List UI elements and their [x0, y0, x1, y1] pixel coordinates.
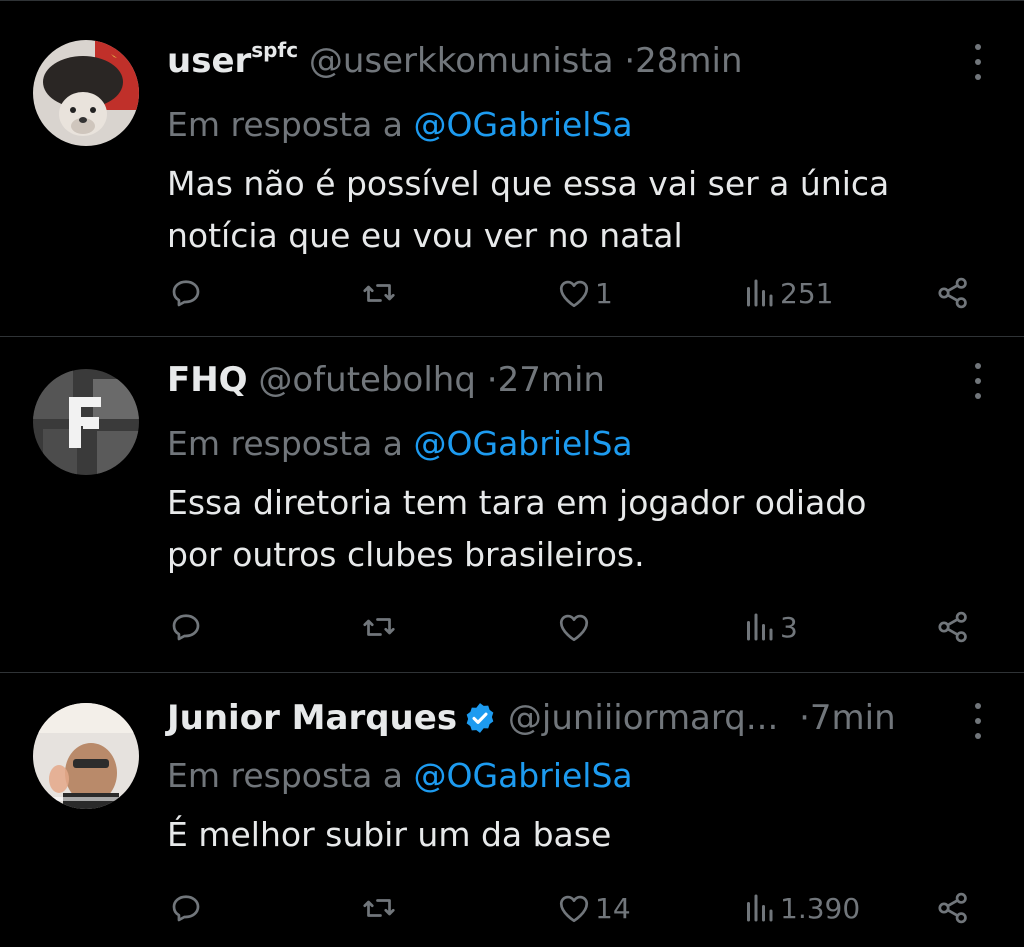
like-button[interactable]: 14 — [555, 883, 631, 933]
reply-prefix: Em resposta a — [167, 756, 404, 795]
timestamp[interactable]: 27min — [498, 360, 605, 400]
views-count: 1.390 — [780, 891, 861, 925]
like-count: 1 — [595, 276, 613, 310]
like-icon — [559, 280, 589, 308]
share-button[interactable] — [934, 602, 972, 652]
tweet-text-line: notícia que eu vou ver no natal — [167, 216, 683, 255]
share-button[interactable] — [934, 268, 972, 318]
tweet-text-line: por outros clubes brasileiros. — [167, 535, 645, 574]
separator-dot: · — [799, 698, 810, 738]
timestamp[interactable]: 7min — [810, 698, 896, 738]
tweet-text: Mas não é possível que essa vai ser a ún… — [167, 158, 967, 262]
views-icon — [747, 279, 773, 307]
more-icon[interactable] — [972, 42, 984, 82]
user-handle[interactable]: @userkkomunista — [309, 41, 614, 81]
tweet-actions: 3 — [0, 602, 1024, 652]
tweet-text-line: Essa diretoria tem tara em jogador odiad… — [167, 483, 867, 522]
views-icon — [747, 613, 773, 641]
like-button[interactable] — [555, 602, 599, 652]
retweet-icon — [363, 618, 395, 636]
views-icon — [747, 894, 773, 922]
display-name[interactable]: user — [167, 41, 251, 81]
separator-dot: · — [624, 41, 636, 81]
tweet-header: Junior Marques @juniiiormarq... ·7min — [167, 693, 896, 743]
like-button[interactable]: 1 — [555, 268, 613, 318]
avatar[interactable] — [33, 369, 139, 475]
retweet-button[interactable] — [360, 883, 404, 933]
tweet-text-line: É melhor subir um da base — [167, 815, 612, 854]
display-name-superscript: spfc — [251, 37, 299, 62]
reply-context: Em resposta a @OGabrielSa — [167, 751, 633, 801]
share-icon — [938, 277, 967, 309]
tweet-text: Essa diretoria tem tara em jogador odiad… — [167, 477, 967, 581]
views-button[interactable]: 251 — [744, 268, 833, 318]
reply-context: Em resposta a @OGabrielSa — [167, 100, 633, 150]
share-button[interactable] — [934, 883, 972, 933]
more-icon[interactable] — [972, 701, 984, 741]
verified-badge-icon — [466, 703, 494, 733]
views-count: 3 — [780, 610, 798, 644]
reply-icon — [172, 280, 200, 307]
reply-prefix: Em resposta a — [167, 424, 404, 463]
tweet[interactable]: Junior Marques @juniiiormarq... ·7min Em… — [0, 673, 1024, 947]
reply-button[interactable] — [168, 268, 210, 318]
reply-icon — [172, 895, 200, 922]
avatar[interactable] — [33, 703, 139, 809]
share-icon — [938, 892, 967, 924]
top-divider — [0, 0, 1024, 1]
tweet[interactable]: userspfc @userkkomunista ·28min Em respo… — [0, 18, 1024, 337]
retweet-icon — [363, 899, 395, 917]
retweet-button[interactable] — [360, 268, 404, 318]
reply-mention-link[interactable]: @OGabrielSa — [414, 105, 633, 144]
views-button[interactable]: 1.390 — [744, 883, 860, 933]
user-handle[interactable]: @ofutebolhq — [258, 360, 476, 400]
reply-context: Em resposta a @OGabrielSa — [167, 419, 633, 469]
user-handle[interactable]: @juniiiormarq... — [508, 698, 778, 738]
reply-button[interactable] — [168, 883, 210, 933]
display-name[interactable]: Junior Marques — [167, 698, 457, 738]
like-icon — [559, 614, 589, 642]
display-name[interactable]: FHQ — [167, 360, 248, 400]
retweet-button[interactable] — [360, 602, 404, 652]
tweet-actions: 1 251 — [0, 268, 1024, 318]
tweet-header: userspfc @userkkomunista ·28min — [167, 36, 743, 86]
like-icon — [559, 895, 589, 923]
separator-dot: · — [486, 360, 498, 400]
reply-icon — [172, 614, 200, 641]
share-icon — [938, 611, 967, 643]
tweet-text: É melhor subir um da base — [167, 809, 967, 861]
views-count: 251 — [780, 276, 834, 310]
like-count: 14 — [595, 891, 631, 925]
tweet-text-line: Mas não é possível que essa vai ser a ún… — [167, 164, 890, 203]
avatar[interactable] — [33, 40, 139, 146]
tweet[interactable]: FHQ @ofutebolhq ·27min Em resposta a @OG… — [0, 337, 1024, 673]
views-button[interactable]: 3 — [744, 602, 798, 652]
reply-mention-link[interactable]: @OGabrielSa — [414, 756, 633, 795]
reply-prefix: Em resposta a — [167, 105, 404, 144]
more-icon[interactable] — [972, 361, 984, 401]
retweet-icon — [363, 284, 395, 302]
reply-mention-link[interactable]: @OGabrielSa — [414, 424, 633, 463]
tweet-header: FHQ @ofutebolhq ·27min — [167, 355, 605, 405]
timestamp[interactable]: 28min — [635, 41, 742, 81]
reply-button[interactable] — [168, 602, 210, 652]
tweet-actions: 14 1.390 — [0, 883, 1024, 933]
